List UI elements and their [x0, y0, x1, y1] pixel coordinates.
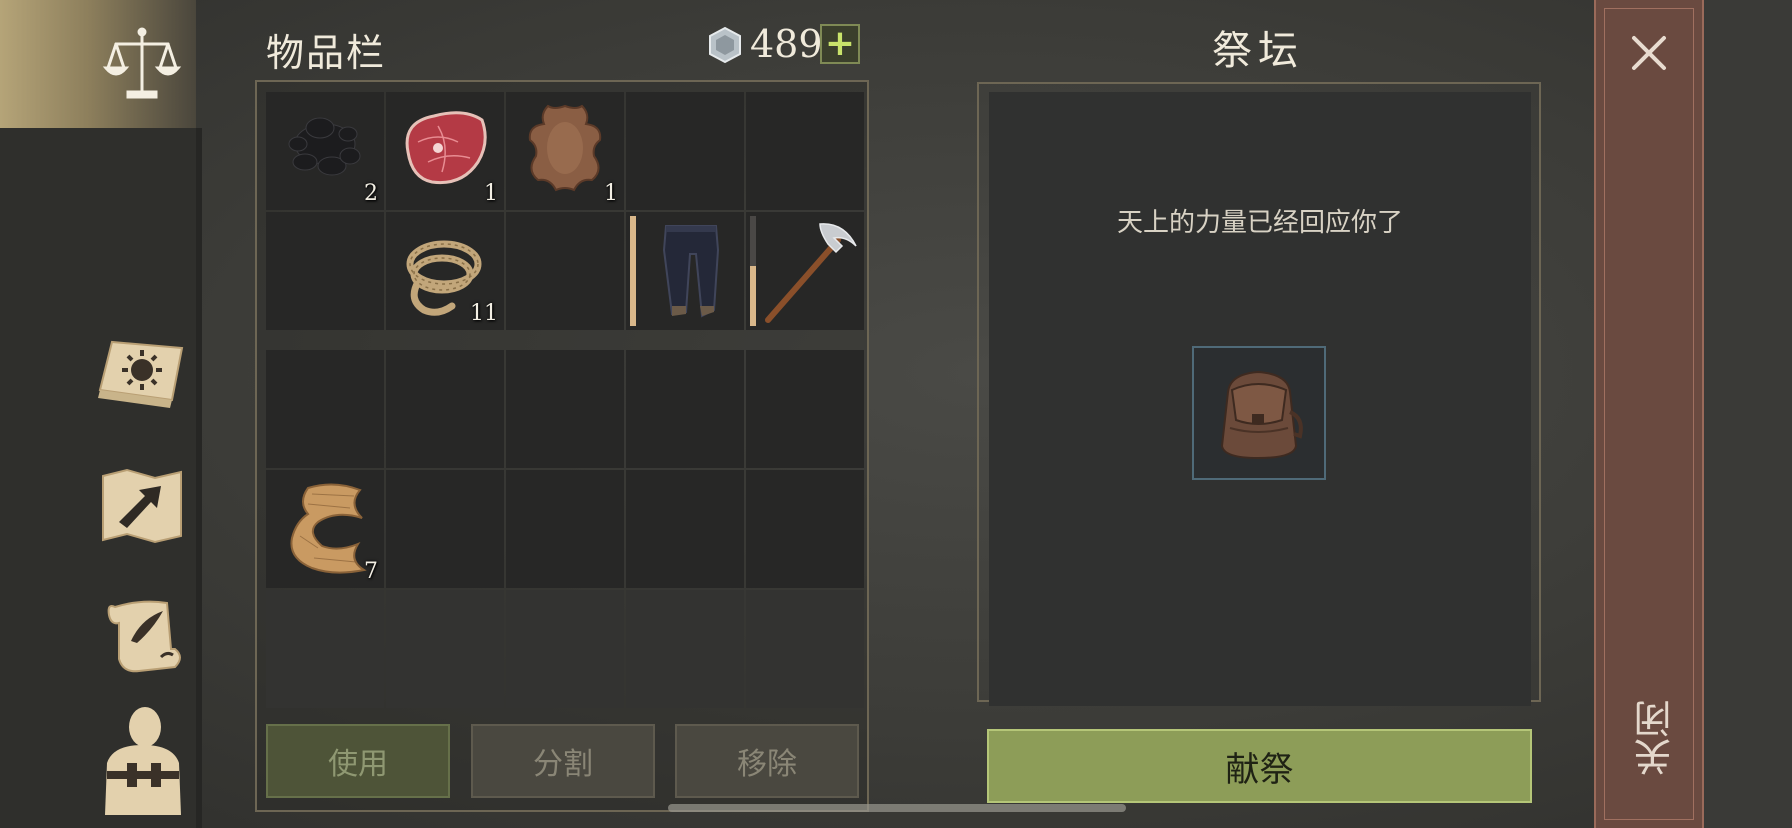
home-indicator: [668, 804, 1126, 812]
right-edge: [1704, 0, 1792, 828]
altar-title: 祭坛: [1212, 28, 1304, 74]
close-icon[interactable]: [1626, 30, 1672, 76]
slot-count: 2: [364, 181, 378, 206]
inventory-slot[interactable]: [626, 470, 744, 588]
inventory-slot[interactable]: [626, 350, 744, 468]
split-button[interactable]: 分割: [471, 724, 655, 798]
scales-icon[interactable]: [92, 14, 192, 114]
locked-slot: [626, 590, 744, 708]
inventory-slot[interactable]: [506, 212, 624, 330]
meat-icon: [405, 111, 487, 185]
locked-slot: [746, 590, 864, 708]
pants-icon: [662, 225, 720, 318]
inventory-slot[interactable]: 1: [386, 92, 504, 210]
inventory-slot[interactable]: 2: [266, 92, 384, 210]
hide-icon: [528, 104, 602, 192]
currency-icon: [706, 26, 744, 64]
inventory-slot[interactable]: [266, 350, 384, 468]
inventory-slot[interactable]: [746, 92, 864, 210]
inventory-slot[interactable]: [386, 350, 504, 468]
character-icon[interactable]: [92, 707, 192, 815]
durability-fill: [750, 265, 756, 326]
slot-count: 11: [470, 301, 498, 326]
inventory-slot[interactable]: [506, 350, 624, 468]
locked-slot: [266, 590, 384, 708]
close-panel-border: [1604, 8, 1694, 820]
coal-icon: [288, 117, 361, 176]
sidebar-edge: [196, 128, 202, 828]
inventory-title: 物品栏: [266, 31, 387, 75]
backpack-icon: [1220, 370, 1303, 460]
durability-fill: [630, 216, 636, 326]
map-icon[interactable]: [92, 456, 192, 556]
locked-slot: [506, 590, 624, 708]
cloth-icon: [290, 483, 367, 574]
add-currency-button[interactable]: +: [820, 24, 860, 64]
pickaxe-icon: [765, 223, 857, 323]
inventory-slot[interactable]: [626, 212, 744, 330]
altar-message: 天上的力量已经回应你了: [1116, 208, 1403, 238]
inventory-slot[interactable]: [746, 350, 864, 468]
slot-count: 1: [604, 181, 618, 206]
use-button[interactable]: 使用: [266, 724, 450, 798]
durability-bar: [630, 216, 636, 326]
inventory-slot[interactable]: [266, 212, 384, 330]
sun-book-icon[interactable]: [90, 326, 190, 426]
close-label[interactable]: 关闭: [1628, 700, 1678, 776]
inventory-grid-top: 2 1 1 11: [266, 92, 864, 330]
altar-offer-slot[interactable]: [1192, 346, 1326, 480]
inventory-slot[interactable]: [746, 212, 864, 330]
inventory-slot[interactable]: [626, 92, 744, 210]
locked-slot: [386, 590, 504, 708]
inventory-slot[interactable]: 11: [386, 212, 504, 330]
inventory-slot[interactable]: [506, 470, 624, 588]
inventory-slot[interactable]: 7: [266, 470, 384, 588]
scroll-icon[interactable]: [94, 586, 194, 686]
inventory-slot[interactable]: [746, 470, 864, 588]
slot-count: 7: [364, 559, 378, 584]
slot-count: 1: [484, 181, 498, 206]
inventory-slot[interactable]: 1: [506, 92, 624, 210]
durability-bar: [750, 216, 756, 326]
offer-button[interactable]: 献祭: [987, 729, 1532, 803]
inventory-slot[interactable]: [386, 470, 504, 588]
currency-count: 489: [750, 22, 823, 66]
remove-button[interactable]: 移除: [675, 724, 859, 798]
inventory-grid-bottom: 7: [266, 350, 864, 708]
